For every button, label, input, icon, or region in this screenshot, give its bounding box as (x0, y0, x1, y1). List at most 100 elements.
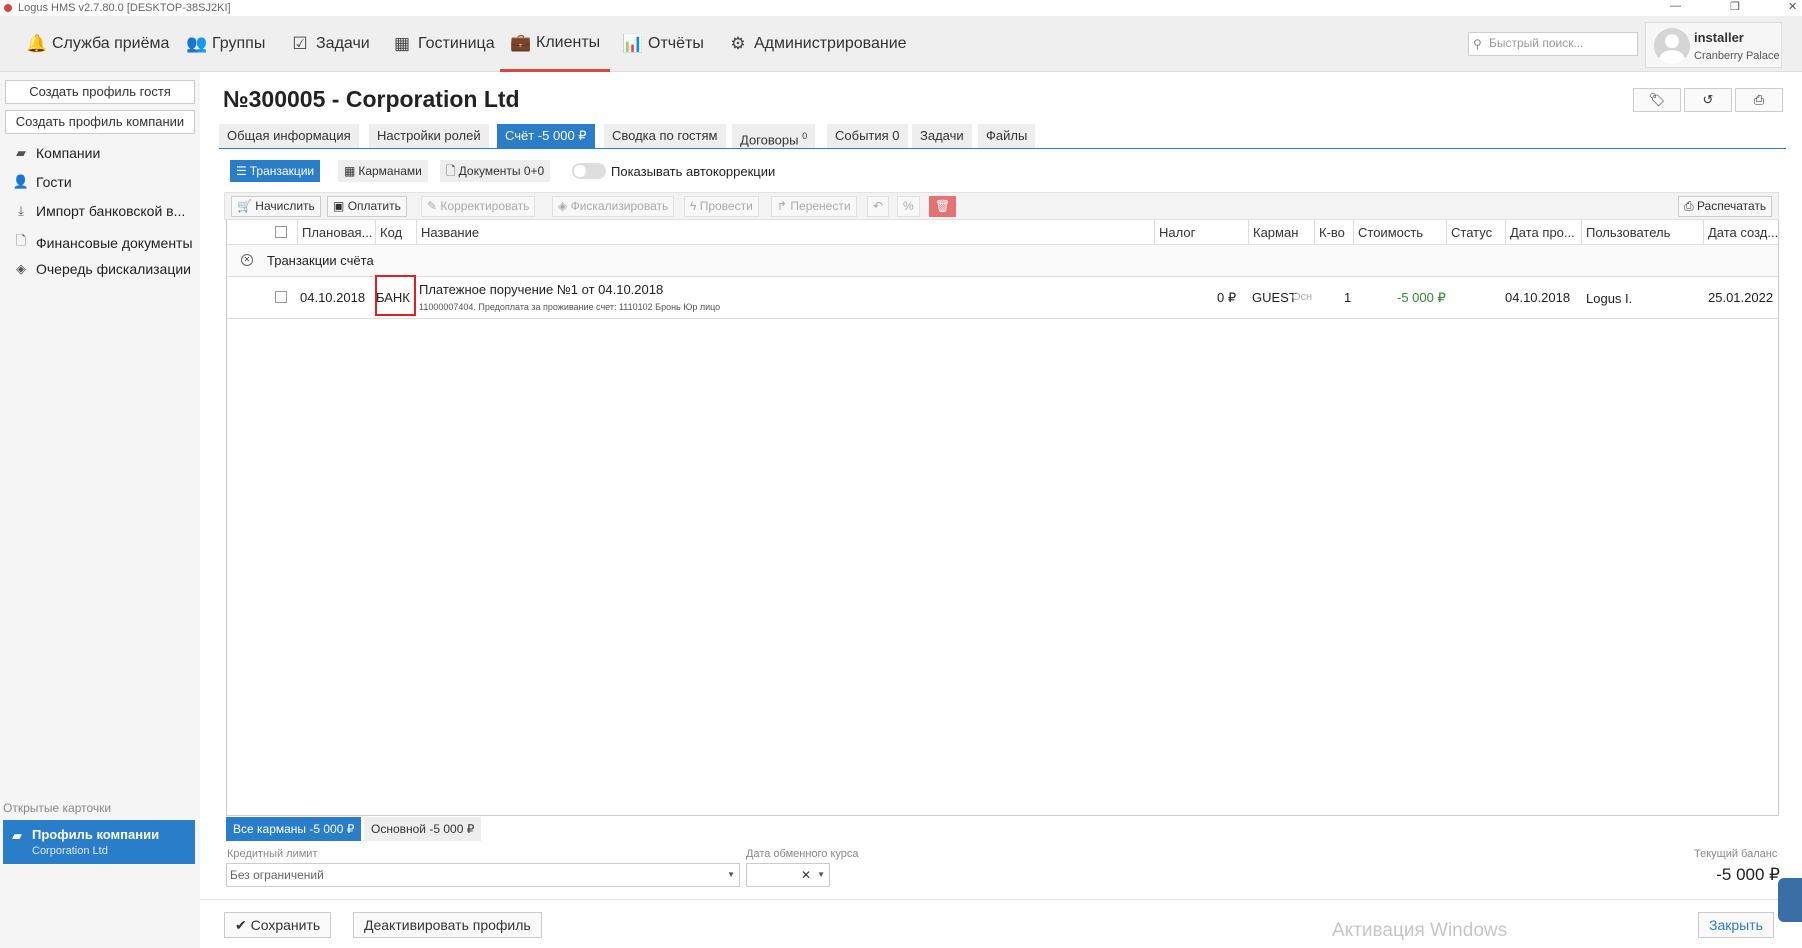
search-placeholder: Быстрый поиск... (1489, 36, 1584, 50)
sidebar-item-fiscal-queue[interactable]: ◈ Очередь фискализации (12, 261, 191, 277)
undo-icon: ↶ (873, 199, 884, 213)
col-user[interactable]: Пользователь (1581, 220, 1703, 245)
table-row[interactable]: 04.10.2018 БАНК Платежное поручение №1 о… (227, 275, 1778, 319)
tab-tasks[interactable]: Задачи (912, 124, 972, 148)
col-post-date[interactable]: Дата про... (1505, 220, 1581, 245)
sidebar-item-financial-documents[interactable]: 🗋 Финансовые документы (12, 232, 193, 254)
exchange-date-picker[interactable]: ✕ ▼ (746, 863, 830, 887)
collapse-icon[interactable]: ✕ (241, 254, 253, 266)
col-cost[interactable]: Стоимость (1353, 220, 1446, 245)
bar-chart-icon: 📊 (622, 34, 644, 53)
nav-tasks[interactable]: ☑ Задачи (280, 16, 380, 72)
create-company-profile-button[interactable]: Создать профиль компании (5, 110, 195, 134)
transfer-button[interactable]: ↱ Перенести (771, 196, 857, 217)
user-menu[interactable]: installer Cranberry Palace (1645, 22, 1782, 68)
sidebar-item-bank-import[interactable]: ⤓ Импорт банковской в... (12, 203, 185, 219)
nav-front-desk[interactable]: 🔔 Служба приёма (16, 16, 179, 72)
create-guest-profile-button[interactable]: Создать профиль гостя (5, 80, 195, 104)
autocorrections-toggle[interactable] (572, 163, 606, 179)
user-icon: 👤 (12, 174, 30, 189)
tags-button[interactable]: 🏷 (1633, 88, 1681, 112)
nav-groups[interactable]: 👥 Группы (176, 16, 275, 72)
cell-planned-date: 04.10.2018 (300, 290, 366, 305)
col-code[interactable]: Код (375, 220, 416, 245)
chevron-down-icon: ▼ (727, 870, 735, 879)
fiscalize-button[interactable]: ◈ Фискализировать (552, 196, 675, 217)
sidebar-item-companies[interactable]: ▰ Компании (12, 145, 100, 161)
current-balance-value: -5 000 ₽ (1716, 865, 1780, 884)
close-button[interactable]: Закрыть (1698, 912, 1774, 938)
open-card-title: Профиль компании (32, 827, 160, 842)
restore-button[interactable]: ❐ (1730, 0, 1740, 13)
exchange-date-label: Дата обменного курса (746, 848, 859, 860)
nav-reports[interactable]: 📊 Отчёты (612, 16, 714, 72)
top-navigation: 🔔 Служба приёма 👥 Группы ☑ Задачи ▦ Гост… (0, 16, 1802, 72)
sidebar-item-guests[interactable]: 👤 Гости (12, 174, 72, 190)
discount-button[interactable]: % (897, 196, 920, 217)
select-all-checkbox[interactable] (275, 226, 287, 238)
print-button[interactable]: ⎙ Распечатать (1678, 196, 1773, 217)
col-qty[interactable]: К-во (1314, 220, 1353, 245)
minimize-button[interactable]: — (1670, 0, 1681, 12)
button-label: Распечатать (1696, 199, 1767, 213)
quick-search-input[interactable]: ⚲ Быстрый поиск... (1468, 32, 1638, 56)
close-window-button[interactable]: ✕ (1788, 0, 1797, 13)
tab-events[interactable]: События 0 (827, 124, 908, 148)
subtab-documents[interactable]: 🗋 Документы 0+0 (440, 160, 551, 182)
subtab-transactions[interactable]: ☰ Транзакции (230, 160, 321, 182)
history-icon: ↺ (1702, 92, 1714, 107)
share-icon: ↱ (777, 199, 788, 213)
correct-button[interactable]: ✎ Корректировать (421, 196, 536, 217)
history-button[interactable]: ↺ (1684, 88, 1732, 112)
nav-label: Задачи (316, 35, 370, 52)
pocket-main[interactable]: Основной -5 000 ₽ (364, 817, 482, 841)
search-icon: ⚲ (1473, 37, 1482, 51)
open-cards-label: Открытые карточки (3, 801, 112, 815)
col-pocket[interactable]: Карман (1248, 220, 1314, 245)
col-tax[interactable]: Налог (1154, 220, 1248, 245)
nav-clients[interactable]: 💼 Клиенты (500, 16, 611, 72)
document-icon: 🗋 (15, 233, 27, 248)
col-created-date[interactable]: Дата созд... (1703, 220, 1778, 245)
nav-hotel[interactable]: ▦ Гостиница (382, 16, 505, 72)
check-icon: ✔ (235, 917, 247, 933)
nav-label: Отчёты (648, 35, 704, 52)
sidebar-item-label: Финансовые документы (36, 235, 193, 251)
button-label: Перенести (790, 199, 851, 213)
print-header-button[interactable]: ⎙ (1735, 88, 1783, 112)
post-button[interactable]: ϟ Провести (684, 196, 759, 217)
grid-icon: ▦ (344, 164, 356, 178)
tag-icon: ◈ (16, 261, 26, 276)
tab-files[interactable]: Файлы (978, 124, 1036, 148)
tab-account[interactable]: Счёт -5 000 ₽ (497, 124, 595, 148)
charge-button[interactable]: 🛒 Начислить (231, 196, 321, 217)
col-planned-date[interactable]: Плановая... (297, 220, 375, 245)
subtab-pockets[interactable]: ▦ Карманами (338, 160, 428, 182)
col-status[interactable]: Статус (1446, 220, 1505, 245)
document-icon: 🗋 (446, 164, 456, 178)
undo-button[interactable]: ↶ (867, 196, 890, 217)
deactivate-profile-button[interactable]: Деактивировать профиль (353, 912, 542, 938)
bolt-icon: ϟ (690, 199, 697, 213)
pocket-all[interactable]: Все карманы -5 000 ₽ (226, 817, 362, 841)
clear-icon[interactable]: ✕ (801, 864, 811, 886)
tab-role-settings[interactable]: Настройки ролей (369, 124, 489, 148)
list-icon: ☰ (236, 164, 247, 178)
chevron-down-icon[interactable]: ▼ (817, 864, 825, 886)
open-card-company-profile[interactable]: ▰ Профиль компании Corporation Ltd (3, 820, 195, 864)
page-title: №300005 - Corporation Ltd (223, 86, 520, 112)
pay-button[interactable]: ▣ Оплатить (327, 196, 407, 217)
nav-label: Группы (212, 35, 266, 52)
delete-button[interactable]: 🗑 (929, 196, 957, 217)
tab-general-info[interactable]: Общая информация (219, 124, 359, 148)
autocorrections-label: Показывать автокоррекции (611, 164, 776, 179)
nav-administration[interactable]: ⚙ Администрирование (718, 16, 917, 72)
tab-contracts[interactable]: Договоры 0 (732, 124, 816, 148)
save-button[interactable]: ✔ Сохранить (224, 912, 332, 938)
group-row[interactable]: ✕ Транзакции счёта (227, 245, 1778, 277)
tab-guest-summary[interactable]: Сводка по гостям (604, 124, 726, 148)
credit-limit-select[interactable]: Без ограничений ▼ (226, 863, 740, 887)
help-tab[interactable] (1778, 878, 1802, 922)
row-checkbox[interactable] (275, 291, 287, 303)
subtab-label: Документы 0+0 (458, 164, 545, 178)
